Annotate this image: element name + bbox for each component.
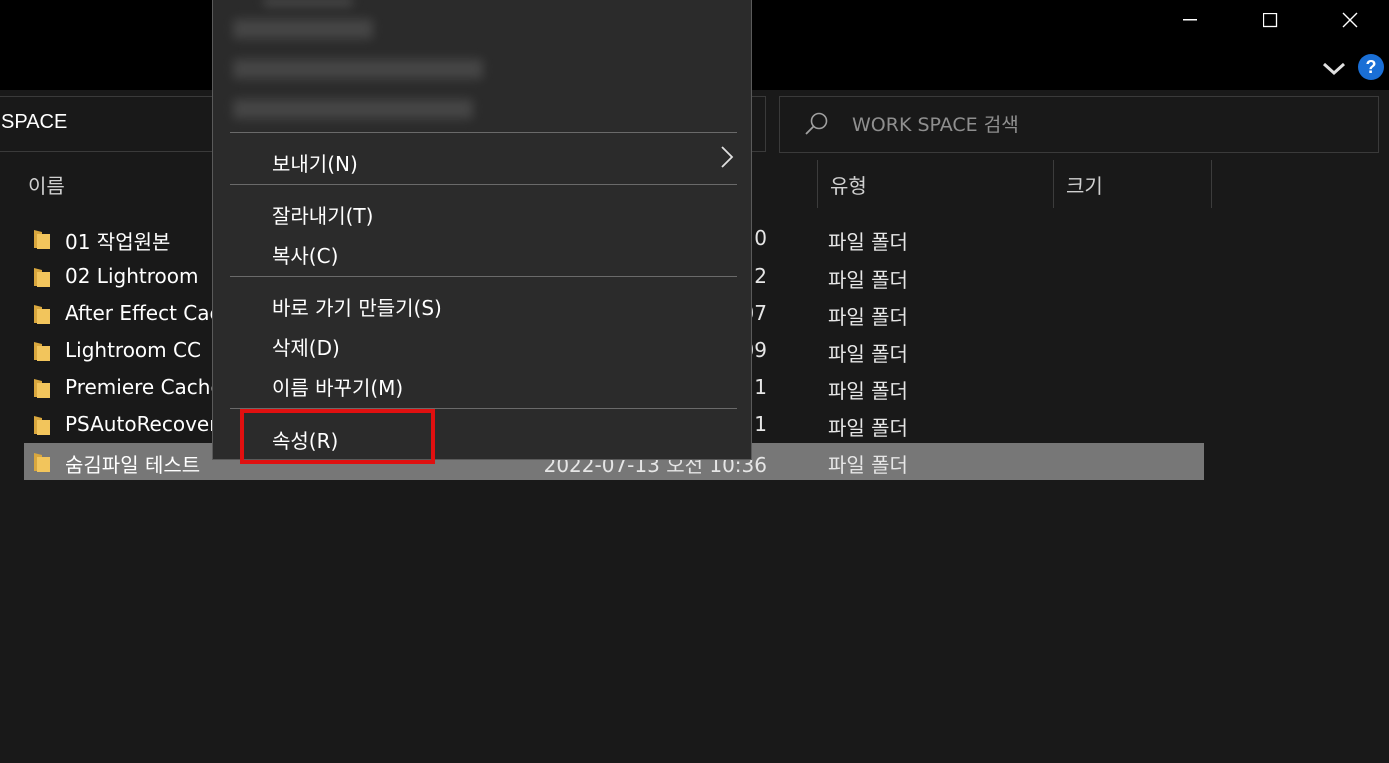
menu-item-create-shortcut[interactable]: 바로 가기 만들기(S) <box>272 292 442 321</box>
file-date: 2 <box>754 264 767 288</box>
file-name: Lightroom CC <box>65 338 201 362</box>
folder-icon <box>34 268 50 287</box>
minimize-icon <box>1183 19 1197 21</box>
menu-item-delete[interactable]: 삭제(D) <box>272 332 340 361</box>
search-input[interactable] <box>850 107 1354 143</box>
folder-icon <box>34 305 50 324</box>
folder-icon <box>34 416 50 435</box>
file-name: After Effect Cac <box>65 301 221 325</box>
search-icon <box>805 112 828 135</box>
blurred-menu-item[interactable] <box>233 99 473 119</box>
menu-item-send-to[interactable]: 보내기(N) <box>272 148 358 177</box>
search-box[interactable] <box>779 96 1379 153</box>
file-name: 숨김파일 테스트 <box>65 453 201 477</box>
folder-icon <box>34 342 50 361</box>
blurred-menu-item[interactable] <box>233 59 483 79</box>
maximize-button[interactable] <box>1230 0 1310 40</box>
help-label: ? <box>1365 56 1377 77</box>
blurred-menu-item[interactable] <box>233 19 373 39</box>
file-type: 파일 폴더 <box>828 379 908 403</box>
menu-separator <box>230 276 737 277</box>
column-header-type[interactable]: 유형 <box>818 160 1052 208</box>
column-type-label: 유형 <box>830 173 867 198</box>
maximize-icon <box>1262 12 1277 27</box>
address-text: SPACE <box>1 111 68 133</box>
close-button[interactable] <box>1310 0 1389 40</box>
file-name: Premiere Cache <box>65 375 223 399</box>
chevron-down-icon <box>1322 62 1346 76</box>
ribbon-expand-button[interactable] <box>1320 56 1348 80</box>
column-name-label: 이름 <box>28 173 65 198</box>
help-icon[interactable]: ? <box>1358 54 1384 80</box>
file-name: 01 작업원본 <box>65 230 171 254</box>
column-header-size[interactable]: 크기 <box>1054 160 1211 208</box>
folder-icon <box>34 453 50 472</box>
file-date: 1 <box>754 375 767 399</box>
menu-item-rename[interactable]: 이름 바꾸기(M) <box>272 372 403 401</box>
chevron-right-icon <box>721 146 734 168</box>
column-size-label: 크기 <box>1066 173 1103 198</box>
file-type: 파일 폴더 <box>828 342 908 366</box>
file-type: 파일 폴더 <box>828 268 908 292</box>
menu-item-copy[interactable]: 복사(C) <box>272 240 338 269</box>
folder-icon <box>34 230 50 249</box>
file-type: 파일 폴더 <box>828 230 908 254</box>
highlight-annotation <box>240 409 435 464</box>
file-name: 02 Lightroom <box>65 264 199 288</box>
minimize-button[interactable] <box>1150 0 1230 40</box>
file-type: 파일 폴더 <box>828 305 908 329</box>
menu-separator <box>230 132 737 133</box>
menu-item-cut[interactable]: 잘라내기(T) <box>272 200 373 229</box>
context-menu: 보내기(N) 잘라내기(T) 복사(C) 바로 가기 만들기(S) 삭제(D) … <box>212 0 752 460</box>
file-type: 파일 폴더 <box>828 453 908 477</box>
file-name: PSAutoRecover <box>65 412 218 436</box>
column-divider[interactable] <box>1211 160 1212 208</box>
blurred-menu-item <box>263 0 353 7</box>
folder-icon <box>34 379 50 398</box>
close-icon <box>1342 12 1358 28</box>
file-date: 1 <box>754 412 767 436</box>
menu-separator <box>230 184 737 185</box>
file-type: 파일 폴더 <box>828 416 908 440</box>
column-header-name[interactable]: 이름 <box>16 160 216 208</box>
file-date: 0 <box>754 226 767 250</box>
